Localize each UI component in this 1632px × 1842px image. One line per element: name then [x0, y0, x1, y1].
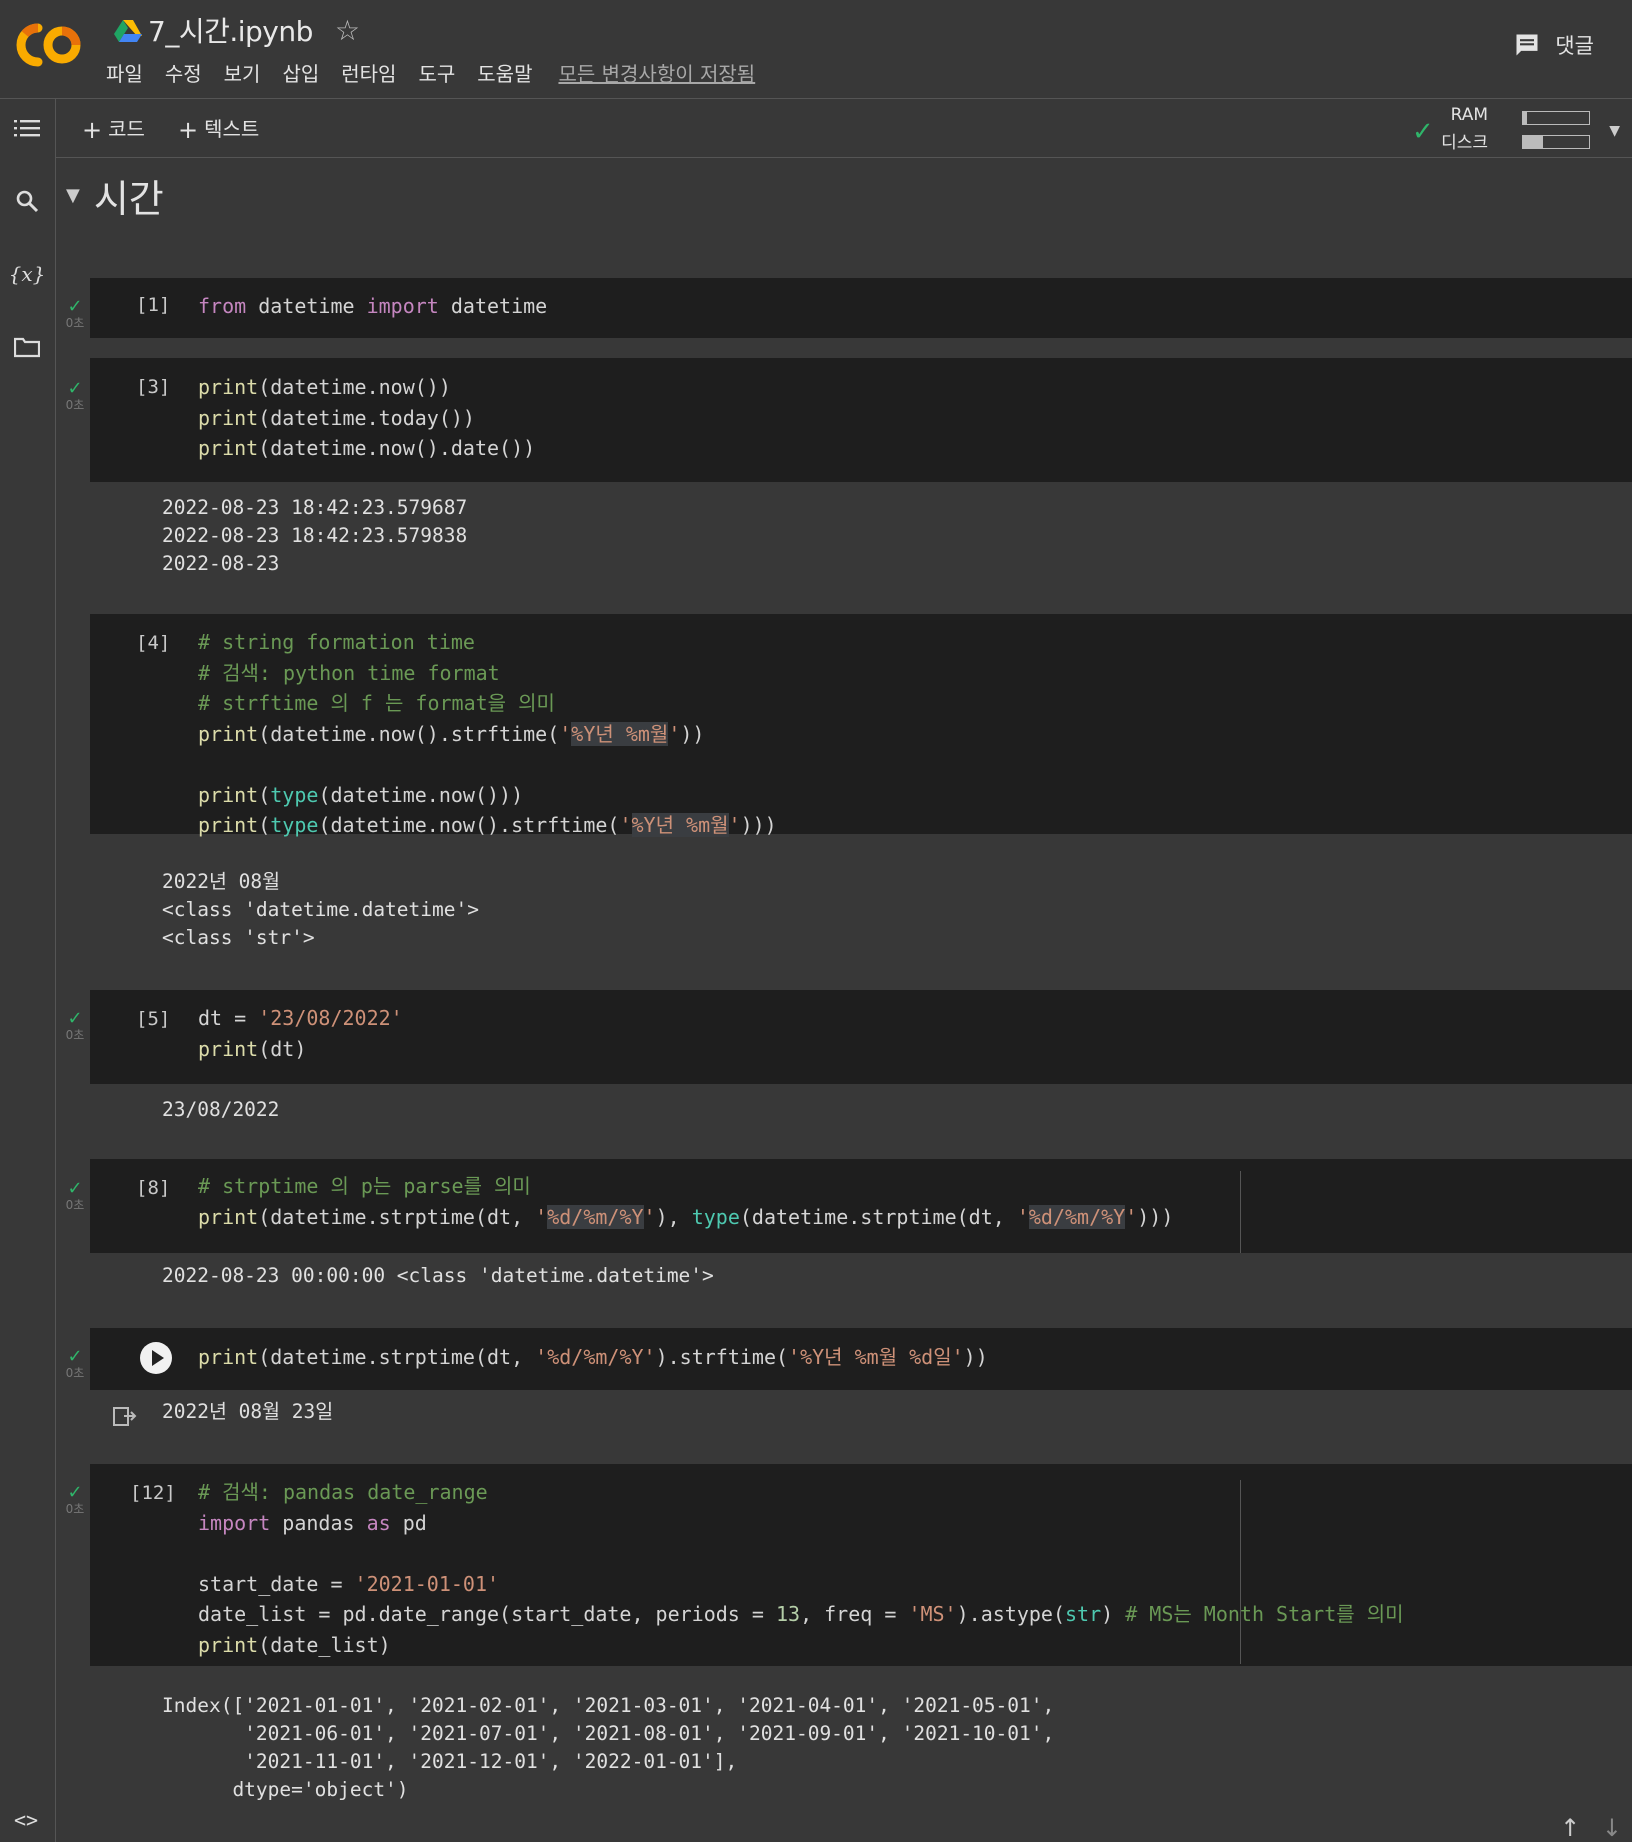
code-cell[interactable]: [5] dt = '23/08/2022' print(dt) — [90, 990, 1632, 1084]
check-icon: ✓ — [67, 378, 83, 399]
disk-label: 디스크 — [1441, 133, 1488, 153]
connected-check-icon: ✓ — [1412, 117, 1434, 147]
code-cell[interactable]: [8] # strptime 의 p는 parse를 의미 print(date… — [90, 1159, 1632, 1253]
code-editor[interactable]: print(datetime.now()) print(datetime.tod… — [198, 372, 535, 464]
code-editor[interactable]: # string formation time # 검색: python tim… — [198, 627, 777, 841]
add-code-label: 코드 — [108, 117, 145, 141]
section-header[interactable]: ▼ 시간 — [66, 168, 164, 223]
cell-exec-status: ✓ 0초 — [62, 296, 88, 331]
cell-output: 2022-08-23 00:00:00 <class 'datetime.dat… — [162, 1264, 714, 1287]
cell-execution-count: [3] — [136, 376, 171, 398]
cell-exec-status: ✓ 0초 — [62, 1008, 88, 1043]
arrow-up-icon[interactable]: ↑ — [1560, 1814, 1580, 1842]
cell-exec-status: ✓ 0초 — [62, 1178, 88, 1213]
check-icon: ✓ — [67, 296, 83, 317]
table-of-contents-icon[interactable] — [12, 113, 42, 143]
menu-edit[interactable]: 수정 — [165, 56, 202, 89]
code-editor[interactable]: dt = '23/08/2022' print(dt) — [198, 1003, 403, 1064]
ram-usage-fill — [1523, 112, 1527, 124]
code-snippets-icon[interactable]: <> — [14, 1808, 38, 1832]
check-icon: ✓ — [67, 1482, 83, 1503]
resources-indicator[interactable]: ✓ RAM 디스크 ▼ — [1412, 105, 1620, 153]
notebook-title[interactable]: 7_시간.ipynb — [148, 10, 313, 50]
chevron-down-icon[interactable]: ▼ — [1609, 123, 1620, 139]
disk-usage-fill — [1523, 136, 1543, 148]
comments-label: 댓글 — [1555, 34, 1594, 58]
menu-bar: 파일 수정 보기 삽입 런타임 도구 도움말 모든 변경사항이 저장됨 — [106, 56, 755, 89]
menu-insert[interactable]: 삽입 — [282, 56, 319, 89]
ram-usage-bar — [1522, 111, 1590, 125]
cell-execution-count: [1] — [136, 294, 171, 316]
cell-output: 2022-08-23 18:42:23.579687 2022-08-23 18:… — [162, 496, 468, 575]
code-editor[interactable]: # strptime 의 p는 parse를 의미 print(datetime… — [198, 1171, 1173, 1232]
plus-icon: + — [82, 116, 103, 144]
cell-exec-status: ✓ 0초 — [62, 1346, 88, 1381]
colab-logo[interactable] — [14, 22, 86, 68]
cell-exec-status: ✓ 0초 — [62, 378, 88, 413]
search-icon[interactable] — [12, 186, 42, 216]
title-row: 7_시간.ipynb ☆ — [114, 10, 360, 50]
add-code-button[interactable]: + 코드 — [82, 113, 145, 144]
code-editor[interactable]: from datetime import datetime — [198, 291, 547, 322]
menu-runtime[interactable]: 런타임 — [341, 56, 396, 89]
menu-view[interactable]: 보기 — [224, 56, 261, 89]
add-text-button[interactable]: + 텍스트 — [178, 113, 259, 144]
notebook-content: ▼ 시간 ✓ 0초 [1] from datetime import dateti… — [56, 158, 1632, 1842]
variables-icon[interactable]: {x} — [9, 259, 46, 289]
cell-output: Index(['2021-01-01', '2021-02-01', '2021… — [162, 1694, 1055, 1801]
menu-tools[interactable]: 도구 — [418, 56, 455, 89]
code-cell[interactable]: [12] # 검색: pandas date_range import pand… — [90, 1464, 1632, 1666]
comment-icon — [1516, 34, 1538, 56]
menu-help[interactable]: 도움말 — [477, 56, 532, 89]
collapse-caret-icon[interactable]: ▼ — [66, 185, 80, 206]
code-editor[interactable]: # 검색: pandas date_range import pandas as… — [198, 1477, 1404, 1660]
arrow-down-icon[interactable]: ↓ — [1602, 1814, 1622, 1842]
cell-execution-count: [8] — [136, 1177, 171, 1199]
code-cell[interactable]: [4] # string formation time # 검색: python… — [90, 614, 1632, 837]
notebook-toolbar: + 코드 + 텍스트 ✓ RAM 디스크 ▼ — [56, 99, 1632, 158]
star-icon[interactable]: ☆ — [335, 14, 360, 47]
output-actions-icon[interactable] — [112, 1404, 138, 1428]
scroll-arrows[interactable]: ↑ ↓ — [1560, 1814, 1622, 1842]
cell-output: 2022년 08월 <class 'datetime.datetime'> <cla… — [162, 870, 479, 949]
comments-button[interactable]: 댓글 — [1513, 30, 1594, 60]
left-rail: {x} <> — [0, 99, 56, 1842]
cell-execution-count: [12] — [130, 1482, 176, 1504]
section-title: 시간 — [93, 177, 164, 221]
cell-execution-count: [4] — [136, 632, 171, 654]
cell-exec-status: ✓ 0초 — [62, 1482, 88, 1517]
check-icon: ✓ — [67, 1008, 83, 1029]
line-length-ruler — [1240, 1171, 1241, 1253]
save-status-link[interactable]: 모든 변경사항이 저장됨 — [558, 58, 755, 87]
line-length-ruler — [1240, 1480, 1241, 1664]
code-cell[interactable]: [1] from datetime import datetime — [90, 278, 1632, 338]
code-cell[interactable]: [3] print(datetime.now()) print(datetime… — [90, 358, 1632, 482]
code-editor[interactable]: print(datetime.strptime(dt, '%d/%m/%Y').… — [198, 1342, 988, 1373]
top-bar: 7_시간.ipynb ☆ 파일 수정 보기 삽입 런타임 도구 도움말 모든 변… — [0, 0, 1632, 99]
folder-icon[interactable] — [12, 332, 42, 362]
check-icon: ✓ — [67, 1178, 83, 1199]
check-icon: ✓ — [67, 1346, 83, 1367]
run-cell-button[interactable] — [140, 1342, 172, 1374]
plus-icon: + — [178, 116, 199, 144]
cell-execution-count: [5] — [136, 1008, 171, 1030]
code-cell[interactable]: print(datetime.strptime(dt, '%d/%m/%Y').… — [90, 1328, 1632, 1390]
cell-output: 23/08/2022 — [162, 1098, 280, 1121]
cell-output: 2022년 08월 23일 — [162, 1400, 334, 1423]
google-drive-icon — [114, 20, 142, 42]
add-text-label: 텍스트 — [204, 117, 260, 141]
disk-usage-bar — [1522, 135, 1590, 149]
ram-label: RAM — [1450, 105, 1488, 125]
menu-file[interactable]: 파일 — [106, 56, 143, 89]
